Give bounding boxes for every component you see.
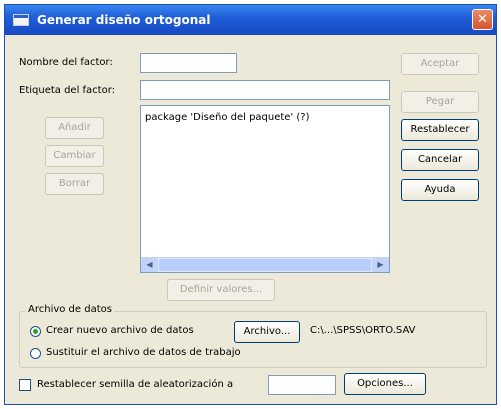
reset-seed-checkbox[interactable] bbox=[19, 379, 31, 391]
data-file-group-title: Archivo de datos bbox=[26, 304, 114, 315]
dialog-window: Generar diseño ortogonal ✕ Nombre del fa… bbox=[4, 4, 497, 405]
factor-list[interactable]: package 'Diseño del paquete' (?) ◀ ▶ bbox=[140, 105, 390, 273]
replace-working-file-label[interactable]: Sustituir el archivo de datos de trabajo bbox=[46, 347, 241, 358]
window-icon bbox=[13, 14, 29, 26]
scroll-left-icon[interactable]: ◀ bbox=[141, 258, 158, 272]
reset-button[interactable]: Restablecer bbox=[401, 119, 479, 141]
horizontal-scrollbar[interactable]: ◀ ▶ bbox=[141, 257, 389, 272]
factor-name-label: Nombre del factor: bbox=[19, 57, 113, 68]
cancel-button[interactable]: Cancelar bbox=[401, 149, 479, 171]
close-icon: ✕ bbox=[477, 12, 488, 27]
remove-button[interactable]: Borrar bbox=[45, 173, 104, 195]
add-button[interactable]: Añadir bbox=[45, 117, 104, 139]
list-item[interactable]: package 'Diseño del paquete' (?) bbox=[145, 112, 310, 123]
factor-name-input[interactable] bbox=[140, 53, 237, 73]
reset-seed-label[interactable]: Restablecer semilla de aleatorización a bbox=[37, 379, 233, 390]
window-title: Generar diseño ortogonal bbox=[37, 13, 211, 27]
data-file-group: Archivo de datos Crear nuevo archivo de … bbox=[19, 304, 487, 368]
new-data-file-radio[interactable] bbox=[30, 326, 41, 337]
seed-input[interactable] bbox=[268, 375, 336, 395]
help-button[interactable]: Ayuda bbox=[401, 179, 479, 201]
file-button[interactable]: Archivo... bbox=[234, 321, 300, 343]
title-bar[interactable]: Generar diseño ortogonal ✕ bbox=[5, 5, 496, 35]
factor-label-input[interactable] bbox=[140, 80, 390, 100]
replace-working-file-radio[interactable] bbox=[30, 348, 41, 359]
file-path: C:\...\SPSS\ORTO.SAV bbox=[310, 325, 416, 336]
scroll-right-icon[interactable]: ▶ bbox=[372, 258, 389, 272]
accept-button[interactable]: Aceptar bbox=[401, 53, 479, 75]
factor-label-label: Etiqueta del factor: bbox=[19, 85, 116, 96]
define-values-button[interactable]: Definir valores... bbox=[167, 279, 275, 301]
paste-button[interactable]: Pegar bbox=[401, 91, 479, 113]
change-button[interactable]: Cambiar bbox=[45, 145, 104, 167]
close-button[interactable]: ✕ bbox=[472, 9, 493, 30]
scroll-thumb[interactable] bbox=[159, 259, 371, 271]
options-button[interactable]: Opciones... bbox=[344, 373, 426, 395]
new-data-file-label[interactable]: Crear nuevo archivo de datos bbox=[46, 325, 194, 336]
